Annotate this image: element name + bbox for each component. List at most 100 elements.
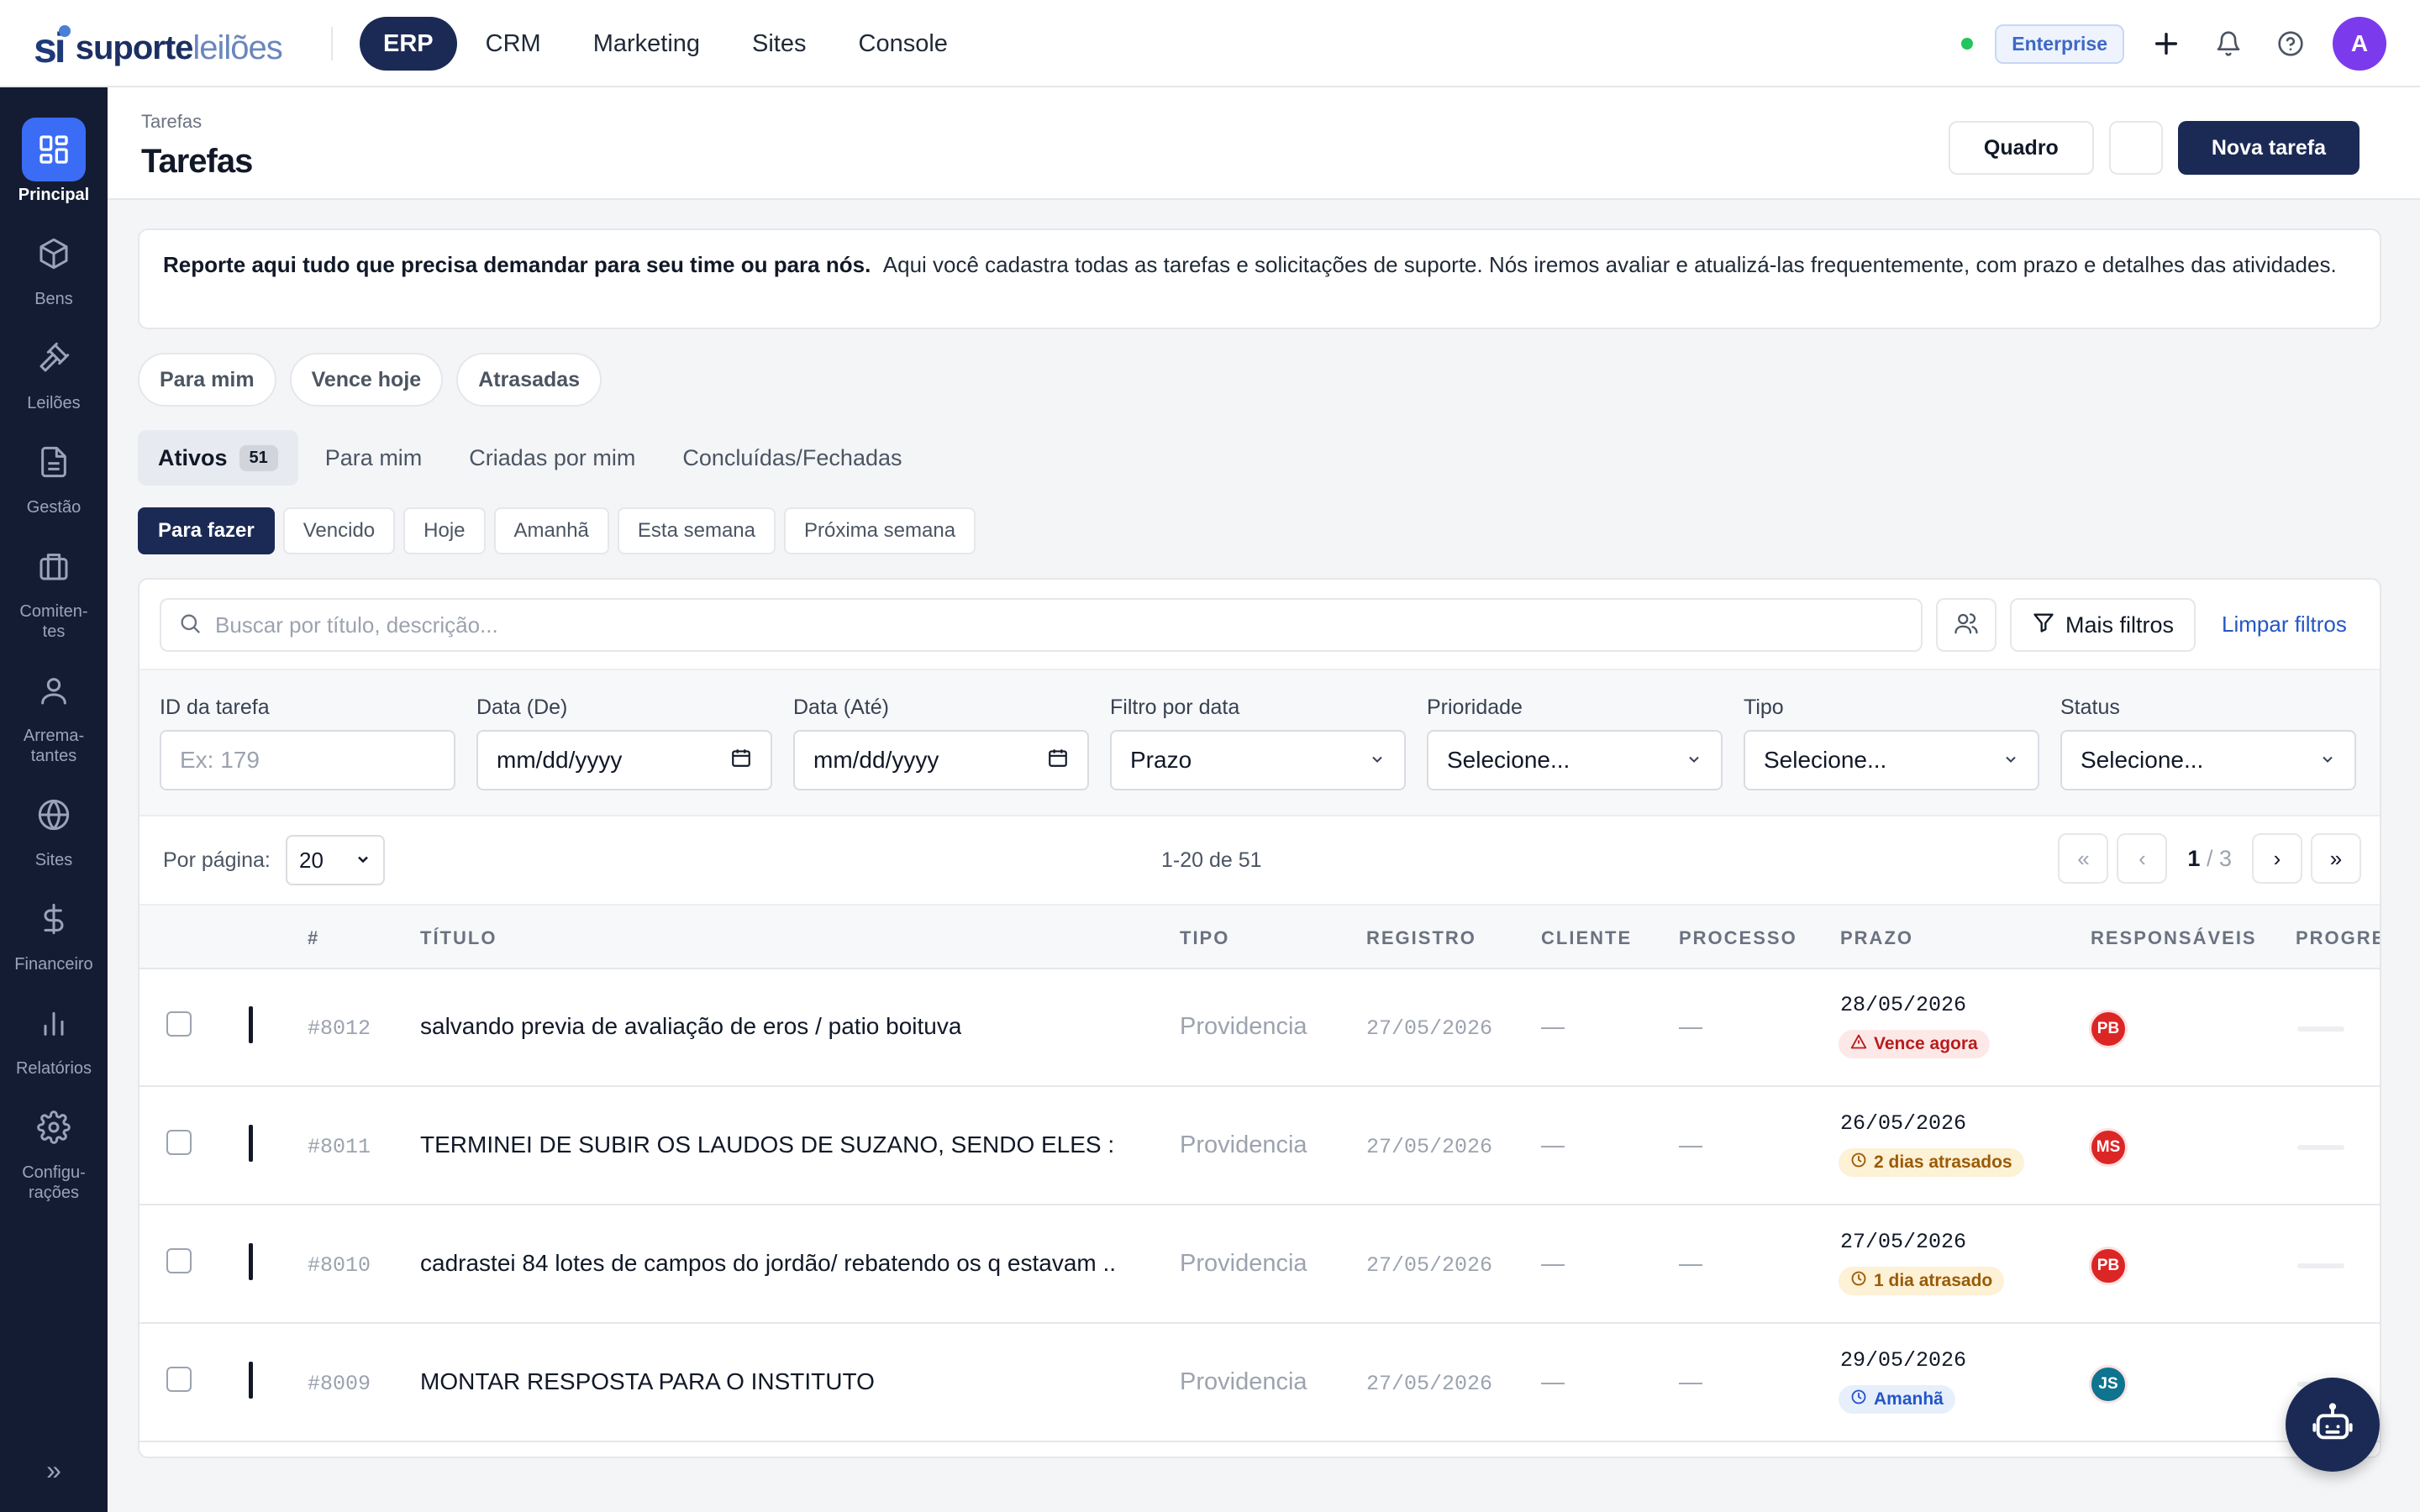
users-icon: [1954, 611, 1979, 640]
pill-proxima-semana[interactable]: Próxima semana: [783, 507, 976, 554]
row-checkbox[interactable]: [166, 1248, 192, 1273]
sidebar-item-configuracoes[interactable]: Configu-rações: [0, 1095, 108, 1203]
col-prazo[interactable]: PRAZO: [1840, 927, 1913, 949]
task-id[interactable]: #8012: [308, 1016, 371, 1041]
sidebar-item-financeiro[interactable]: Financeiro: [0, 887, 108, 974]
pill-vencido[interactable]: Vencido: [282, 507, 396, 554]
users-filter-button[interactable]: [1936, 598, 1996, 652]
sidebar-item-gestao[interactable]: Gestão: [0, 430, 108, 517]
pill-hoje[interactable]: Hoje: [403, 507, 486, 554]
first-page-button[interactable]: «: [2058, 833, 2109, 884]
table-row[interactable]: #8009 MONTAR RESPOSTA PARA O INSTITUTO Pro…: [139, 1325, 2380, 1442]
col-registro[interactable]: REGISTRO: [1366, 927, 1476, 949]
status-select[interactable]: Selecione...: [2060, 730, 2356, 790]
sidebar-item-leiloes[interactable]: Leilões: [0, 326, 108, 413]
clear-filters-link[interactable]: Limpar filtros: [2222, 612, 2347, 638]
task-title[interactable]: salvando previa de avaliação de eros / p…: [420, 1013, 961, 1040]
progress-bar: [2297, 1263, 2344, 1268]
date-filter-select[interactable]: Prazo: [1110, 730, 1406, 790]
plus-icon[interactable]: [2146, 24, 2186, 64]
calendar-icon[interactable]: [1047, 747, 1069, 774]
task-id-input[interactable]: Ex: 179: [160, 730, 455, 790]
search-input[interactable]: [215, 612, 1812, 638]
table-row[interactable]: #8011 TERMINEI DE SUBIR OS LAUDOS DE SUZA…: [139, 1088, 2380, 1205]
responsible-avatar[interactable]: PB: [2089, 1247, 2128, 1285]
col-id[interactable]: #: [308, 927, 319, 949]
bell-icon[interactable]: [2208, 24, 2249, 64]
col-responsaveis[interactable]: RESPONSÁVEIS: [2091, 927, 2257, 949]
nav-marketing[interactable]: Marketing: [570, 17, 723, 71]
sidebar-item-comitentes[interactable]: Comiten-tes: [0, 534, 108, 642]
task-title[interactable]: TERMINEI DE SUBIR OS LAUDOS DE SUZANO, S…: [420, 1131, 1118, 1158]
task-prazo: 28/05/2026: [1840, 993, 1967, 1017]
new-task-button[interactable]: Nova tarefa: [2177, 121, 2360, 175]
tab-para-mim[interactable]: Para mim: [305, 430, 443, 486]
more-filters-button[interactable]: Mais filtros: [2010, 598, 2196, 652]
task-id[interactable]: #8009: [308, 1372, 371, 1396]
table-row[interactable]: #8012 salvando previa de avaliação de ero…: [139, 969, 2380, 1087]
row-checkbox[interactable]: [166, 1367, 192, 1392]
priority-bar: [249, 1006, 253, 1043]
date-to-input[interactable]: mm/dd/yyyy: [793, 730, 1089, 790]
col-processo[interactable]: PROCESSO: [1679, 927, 1797, 949]
sidebar-item-label: Bens: [34, 290, 73, 308]
pill-para-fazer[interactable]: Para fazer: [138, 507, 275, 554]
sidebar-item-sites[interactable]: Sites: [0, 783, 108, 870]
chip-vence-hoje[interactable]: Vence hoje: [289, 353, 444, 407]
col-type[interactable]: TIPO: [1180, 927, 1229, 949]
col-title[interactable]: TÍTULO: [420, 927, 497, 949]
per-page-select[interactable]: 20: [286, 835, 385, 885]
col-cliente[interactable]: CLIENTE: [1541, 927, 1632, 949]
user-avatar[interactable]: A: [2333, 17, 2386, 71]
nav-crm[interactable]: CRM: [462, 17, 565, 71]
responsible-avatar[interactable]: JS: [2089, 1365, 2128, 1404]
nav-sites[interactable]: Sites: [729, 17, 829, 71]
board-button[interactable]: Quadro: [1948, 121, 2094, 175]
sidebar-item-arrematantes[interactable]: Arrema-tantes: [0, 659, 108, 766]
prev-page-button[interactable]: ‹: [2117, 833, 2168, 884]
filter-by-date: Filtro por data Prazo: [1110, 696, 1406, 790]
sidebar-item-principal[interactable]: Principal: [0, 118, 108, 205]
sidebar: Principal Bens Leilões Gestão Comiten-te…: [0, 87, 108, 1512]
tab-criadas-por-mim[interactable]: Criadas por mim: [449, 430, 655, 486]
sidebar-item-bens[interactable]: Bens: [0, 222, 108, 309]
responsible-avatar[interactable]: PB: [2089, 1010, 2128, 1048]
sidebar-item-relatorios[interactable]: Relatórios: [0, 991, 108, 1079]
task-title[interactable]: cadrastei 84 lotes de campos do jordão/ …: [420, 1250, 1118, 1277]
date-from-input[interactable]: mm/dd/yyyy: [476, 730, 772, 790]
calendar-icon[interactable]: [730, 747, 752, 774]
options-button[interactable]: [2108, 121, 2163, 175]
table-header: # TÍTULO TIPO REGISTRO CLIENTE PROCESSO …: [139, 904, 2380, 969]
next-page-button[interactable]: ›: [2252, 833, 2302, 884]
table-row[interactable]: #8010 cadrastei 84 lotes de campos do jor…: [139, 1206, 2380, 1324]
task-id[interactable]: #8010: [308, 1253, 371, 1278]
tab-ativos[interactable]: Ativos 51: [138, 430, 298, 486]
tab-concluidas[interactable]: Concluídas/Fechadas: [662, 430, 922, 486]
pill-amanha[interactable]: Amanhã: [493, 507, 609, 554]
help-icon[interactable]: [2270, 24, 2311, 64]
task-cliente: —: [1541, 1013, 1565, 1039]
task-title[interactable]: MONTAR RESPOSTA PARA O INSTITUTO: [420, 1368, 875, 1395]
task-id[interactable]: #8011: [308, 1135, 371, 1159]
task-processo: —: [1679, 1013, 1702, 1039]
row-checkbox[interactable]: [166, 1130, 192, 1155]
col-progresso[interactable]: PROGRES: [2296, 927, 2380, 949]
assistant-bot-button[interactable]: [2286, 1378, 2380, 1472]
chip-atrasadas[interactable]: Atrasadas: [456, 353, 602, 407]
priority-select[interactable]: Selecione...: [1427, 730, 1723, 790]
row-checkbox[interactable]: [166, 1011, 192, 1037]
breadcrumb[interactable]: Tarefas: [141, 111, 202, 133]
pill-esta-semana[interactable]: Esta semana: [617, 507, 776, 554]
page-controls: « ‹ 1 / 3 › »: [2058, 833, 2361, 884]
nav-console[interactable]: Console: [835, 17, 971, 71]
chip-para-mim[interactable]: Para mim: [138, 353, 276, 407]
warning-icon: [1850, 1033, 1867, 1055]
brand-logo[interactable]: si suporteleilões: [34, 24, 283, 72]
responsible-avatar[interactable]: MS: [2089, 1128, 2128, 1167]
nav-erp[interactable]: ERP: [360, 17, 457, 71]
sidebar-expand-icon[interactable]: »: [37, 1455, 71, 1488]
last-page-button[interactable]: »: [2311, 833, 2361, 884]
deadline-badge: 2 dias atrasados: [1839, 1148, 2024, 1177]
type-select[interactable]: Selecione...: [1744, 730, 2039, 790]
search-box: [160, 598, 1923, 652]
